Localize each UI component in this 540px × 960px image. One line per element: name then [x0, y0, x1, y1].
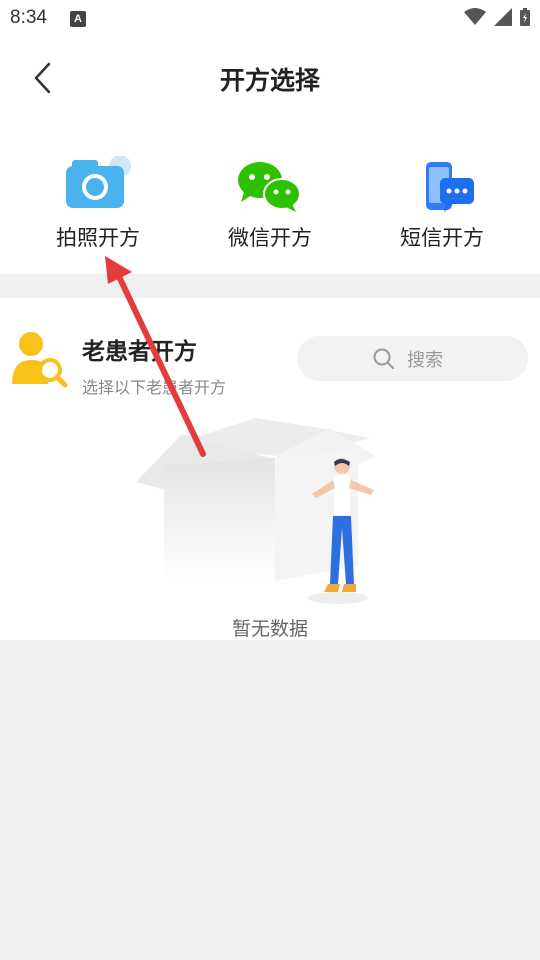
option-photo-label: 拍照开方	[56, 226, 140, 250]
section-subtitle: 选择以下老患者开方	[82, 378, 227, 397]
signal-icon	[494, 8, 512, 26]
option-sms[interactable]: 短信开方	[352, 120, 532, 274]
status-indicators	[464, 8, 530, 26]
page-title: 开方选择	[219, 66, 320, 95]
option-photo[interactable]: 拍照开方	[8, 120, 188, 274]
wechat-icon	[238, 162, 301, 212]
header: 开方选择	[0, 36, 540, 120]
option-sms-label: 短信开方	[400, 226, 484, 250]
wifi-icon	[464, 8, 486, 25]
patient-search-icon	[12, 332, 68, 388]
sms-icon	[426, 162, 474, 212]
section-title: 老患者开方	[82, 339, 197, 365]
prescription-options: 拍照开方 微信开方 短信开方	[0, 120, 540, 274]
old-patients-section: 老患者开方 选择以下老患者开方 搜索 暂无数据	[0, 298, 540, 640]
camera-icon	[66, 156, 131, 208]
status-bar: 8:34 A	[0, 0, 540, 36]
search-placeholder: 搜索	[407, 350, 443, 371]
option-wechat[interactable]: 微信开方	[180, 120, 360, 274]
search-input[interactable]: 搜索	[297, 336, 528, 381]
battery-icon	[520, 8, 530, 26]
empty-box-illustration	[136, 418, 375, 604]
option-wechat-label: 微信开方	[228, 226, 312, 250]
search-icon	[373, 348, 394, 369]
status-time: 8:34	[10, 7, 47, 28]
empty-state-text: 暂无数据	[231, 618, 308, 640]
notification-a-icon: A	[70, 11, 86, 27]
